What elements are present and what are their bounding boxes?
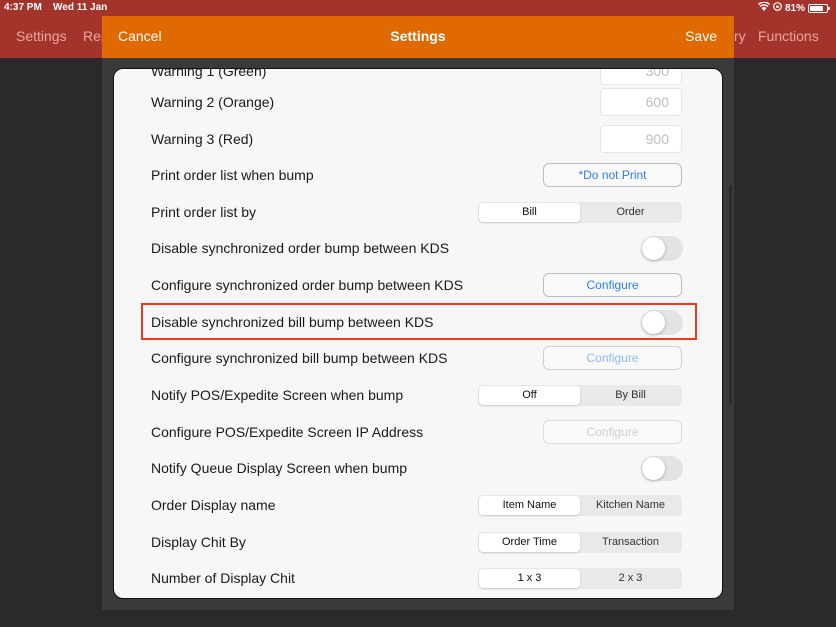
notify-queue-toggle[interactable] xyxy=(641,456,683,481)
setting-label: Print order list when bump xyxy=(151,167,314,183)
order-display-name-segmented-control: Item Name Kitchen Name xyxy=(478,495,682,516)
sheet-title: Settings xyxy=(390,28,446,44)
setting-notify-queue: Notify Queue Display Screen when bump xyxy=(114,450,722,486)
setting-label: Notify Queue Display Screen when bump xyxy=(151,460,408,476)
setting-configure-sync-bill: Configure synchronized bill bump between… xyxy=(114,340,722,376)
setting-label: Warning 3 (Red) xyxy=(151,131,254,147)
setting-label: Disable synchronized order bump between … xyxy=(151,240,450,256)
setting-label: Warning 1 (Green) xyxy=(151,68,267,79)
print-by-segmented-control: Bill Order xyxy=(478,202,682,223)
battery-icon xyxy=(808,3,830,13)
setting-num-display-chit: Number of Display Chit 1 x 3 2 x 3 xyxy=(114,560,722,596)
toggle-knob xyxy=(642,237,665,260)
segment-kitchen-name[interactable]: Kitchen Name xyxy=(580,496,681,515)
scrollbar[interactable] xyxy=(729,185,732,405)
setting-warning-2: Warning 2 (Orange) 600 xyxy=(114,84,722,120)
segment-2x3[interactable]: 2 x 3 xyxy=(580,569,681,588)
setting-print-by: Print order list by Bill Order xyxy=(114,194,722,230)
setting-label: Warning 2 (Orange) xyxy=(151,94,275,110)
setting-label: Order Display name xyxy=(151,497,276,513)
disable-sync-bill-toggle[interactable] xyxy=(641,310,683,335)
orientation-lock-icon xyxy=(773,2,782,14)
setting-label: Configure synchronized order bump betwee… xyxy=(151,277,464,293)
notify-pos-segmented-control: Off By Bill xyxy=(478,385,682,406)
toggle-knob xyxy=(642,457,665,480)
print-option-button[interactable]: *Do not Print xyxy=(543,163,682,187)
warning-3-input[interactable]: 900 xyxy=(600,125,682,153)
status-date: Wed 11 Jan xyxy=(53,2,108,13)
nav-functions[interactable]: Functions xyxy=(758,28,819,44)
setting-label: Notify POS/Expedite Screen when bump xyxy=(151,387,404,403)
configure-sync-bill-button[interactable]: Configure xyxy=(543,346,682,370)
toggle-knob xyxy=(642,311,665,334)
segment-off[interactable]: Off xyxy=(479,386,580,405)
segment-1x3[interactable]: 1 x 3 xyxy=(479,569,580,588)
setting-disable-sync-order: Disable synchronized order bump between … xyxy=(114,230,722,266)
setting-print-when-bump: Print order list when bump *Do not Print xyxy=(114,157,722,193)
setting-notify-pos: Notify POS/Expedite Screen when bump Off… xyxy=(114,377,722,413)
setting-warning-3: Warning 3 (Red) 900 xyxy=(114,121,722,157)
warning-2-input[interactable]: 600 xyxy=(600,88,682,116)
nav-settings[interactable]: Settings xyxy=(16,28,67,44)
num-display-chit-segmented-control: 1 x 3 2 x 3 xyxy=(478,568,682,589)
setting-label: Print order list by xyxy=(151,204,257,220)
configure-pos-ip-button[interactable]: Configure xyxy=(543,420,682,444)
status-time: 4:37 PM xyxy=(4,2,42,13)
setting-display-chit-by: Display Chit By Order Time Transaction xyxy=(114,524,722,560)
background-dim xyxy=(0,58,102,627)
setting-label: Disable synchronized bill bump between K… xyxy=(151,314,434,330)
segment-order[interactable]: Order xyxy=(580,203,681,222)
segment-order-time[interactable]: Order Time xyxy=(479,533,580,552)
setting-configure-sync-order: Configure synchronized order bump betwee… xyxy=(114,267,722,303)
setting-label: Configure POS/Expedite Screen IP Address xyxy=(151,424,424,440)
warning-1-input[interactable]: 300 xyxy=(600,69,682,85)
segment-bill[interactable]: Bill xyxy=(479,203,580,222)
setting-label: Configure synchronized bill bump between… xyxy=(151,350,448,366)
nav-history[interactable]: ry xyxy=(734,28,746,44)
segment-transaction[interactable]: Transaction xyxy=(580,533,681,552)
setting-configure-pos-ip: Configure POS/Expedite Screen IP Address… xyxy=(114,414,722,450)
segment-by-bill[interactable]: By Bill xyxy=(580,386,681,405)
battery-percent: 81% xyxy=(784,2,805,14)
save-button[interactable]: Save xyxy=(685,28,717,44)
status-bar: 4:37 PM Wed 11 Jan 81% xyxy=(0,0,836,16)
setting-order-display-name: Order Display name Item Name Kitchen Nam… xyxy=(114,487,722,523)
setting-disable-sync-bill: Disable synchronized bill bump between K… xyxy=(114,304,722,340)
setting-label: Number of Display Chit xyxy=(151,570,295,586)
status-right: 81% xyxy=(757,1,830,14)
display-chit-by-segmented-control: Order Time Transaction xyxy=(478,532,682,553)
sheet-header: Cancel Settings Save xyxy=(102,16,734,58)
configure-sync-order-button[interactable]: Configure xyxy=(543,273,682,297)
segment-item-name[interactable]: Item Name xyxy=(479,496,580,515)
setting-label: Display Chit By xyxy=(151,534,246,550)
settings-panel[interactable]: Warning 1 (Green) 300 Warning 2 (Orange)… xyxy=(113,68,723,599)
wifi-icon xyxy=(757,1,770,14)
disable-sync-order-toggle[interactable] xyxy=(641,236,683,261)
